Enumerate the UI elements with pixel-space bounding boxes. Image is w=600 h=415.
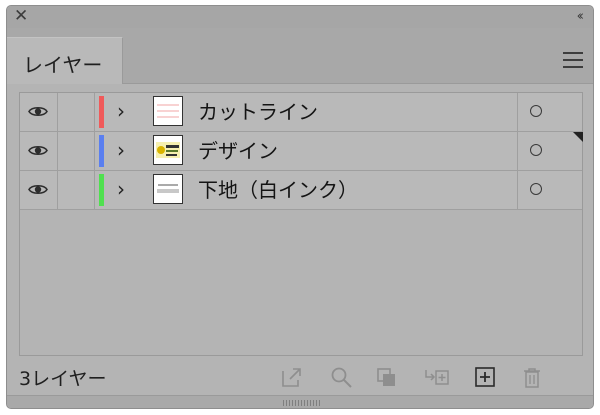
lock-toggle[interactable]: [58, 171, 95, 209]
underlay-thumbnail: [153, 174, 183, 204]
search-button[interactable]: [329, 365, 355, 389]
clipping-mask-icon: [377, 368, 395, 386]
target-circle-icon: [530, 144, 542, 156]
collapse-icon[interactable]: ‹‹: [577, 9, 585, 24]
export-button[interactable]: [279, 365, 305, 389]
delete-button[interactable]: [519, 365, 545, 389]
layer-count: 3レイヤー: [19, 368, 107, 390]
tab-layers-label: レイヤー: [23, 53, 103, 77]
layer-color-swatch: [99, 96, 104, 128]
lock-toggle[interactable]: [58, 93, 95, 131]
close-icon[interactable]: ✕: [14, 8, 28, 25]
eye-icon: [28, 184, 48, 195]
chevron-right-icon[interactable]: ›: [117, 140, 125, 160]
delete-icon: [524, 368, 540, 388]
layer-row[interactable]: › 下地（白インク）: [20, 171, 582, 210]
visibility-toggle[interactable]: [20, 132, 58, 170]
layer-list: › カットライン › デザイン › 下地（白インク）: [19, 92, 583, 356]
layer-name[interactable]: カットライン: [198, 100, 318, 124]
layer-row[interactable]: › カットライン: [20, 93, 582, 132]
panel-menu-icon[interactable]: [563, 52, 583, 68]
grip-lines: [283, 400, 321, 406]
chevron-right-icon[interactable]: ›: [117, 179, 125, 199]
design-thumbnail: [153, 135, 183, 165]
clipping-mask-button[interactable]: [374, 365, 400, 389]
tab-layers[interactable]: レイヤー: [7, 37, 123, 84]
move-to-layer-icon: [425, 370, 449, 385]
eye-icon: [28, 145, 48, 156]
layer-color-swatch: [99, 135, 104, 167]
layer-row[interactable]: › デザイン: [20, 132, 583, 171]
chevron-right-icon[interactable]: ›: [117, 101, 125, 121]
target-toggle[interactable]: [517, 171, 583, 209]
visibility-toggle[interactable]: [20, 171, 58, 209]
target-toggle[interactable]: [517, 93, 583, 131]
move-to-layer-button[interactable]: [423, 365, 449, 389]
layer-name[interactable]: 下地（白インク）: [198, 178, 358, 202]
selection-indicator: [573, 132, 583, 142]
layer-color-swatch: [99, 174, 104, 206]
new-layer-button[interactable]: [472, 365, 498, 389]
lock-toggle[interactable]: [58, 132, 95, 170]
layer-name[interactable]: デザイン: [198, 139, 278, 163]
panel-tabbar: レイヤー: [7, 28, 593, 84]
target-circle-icon: [530, 183, 542, 195]
resize-grip[interactable]: [7, 395, 593, 408]
layers-panel: ✕ ‹‹ レイヤー › カットライン › デザイン › 下地（白インク） 3レイ…: [6, 5, 594, 409]
export-icon: [282, 368, 301, 387]
eye-icon: [28, 106, 48, 117]
target-circle-icon: [530, 105, 542, 117]
search-icon: [331, 367, 352, 388]
target-toggle[interactable]: [517, 132, 583, 170]
new-layer-icon: [475, 367, 495, 387]
panel-titlebar: ✕ ‹‹: [7, 6, 593, 29]
visibility-toggle[interactable]: [20, 93, 58, 131]
cutline-thumbnail: [153, 96, 183, 126]
